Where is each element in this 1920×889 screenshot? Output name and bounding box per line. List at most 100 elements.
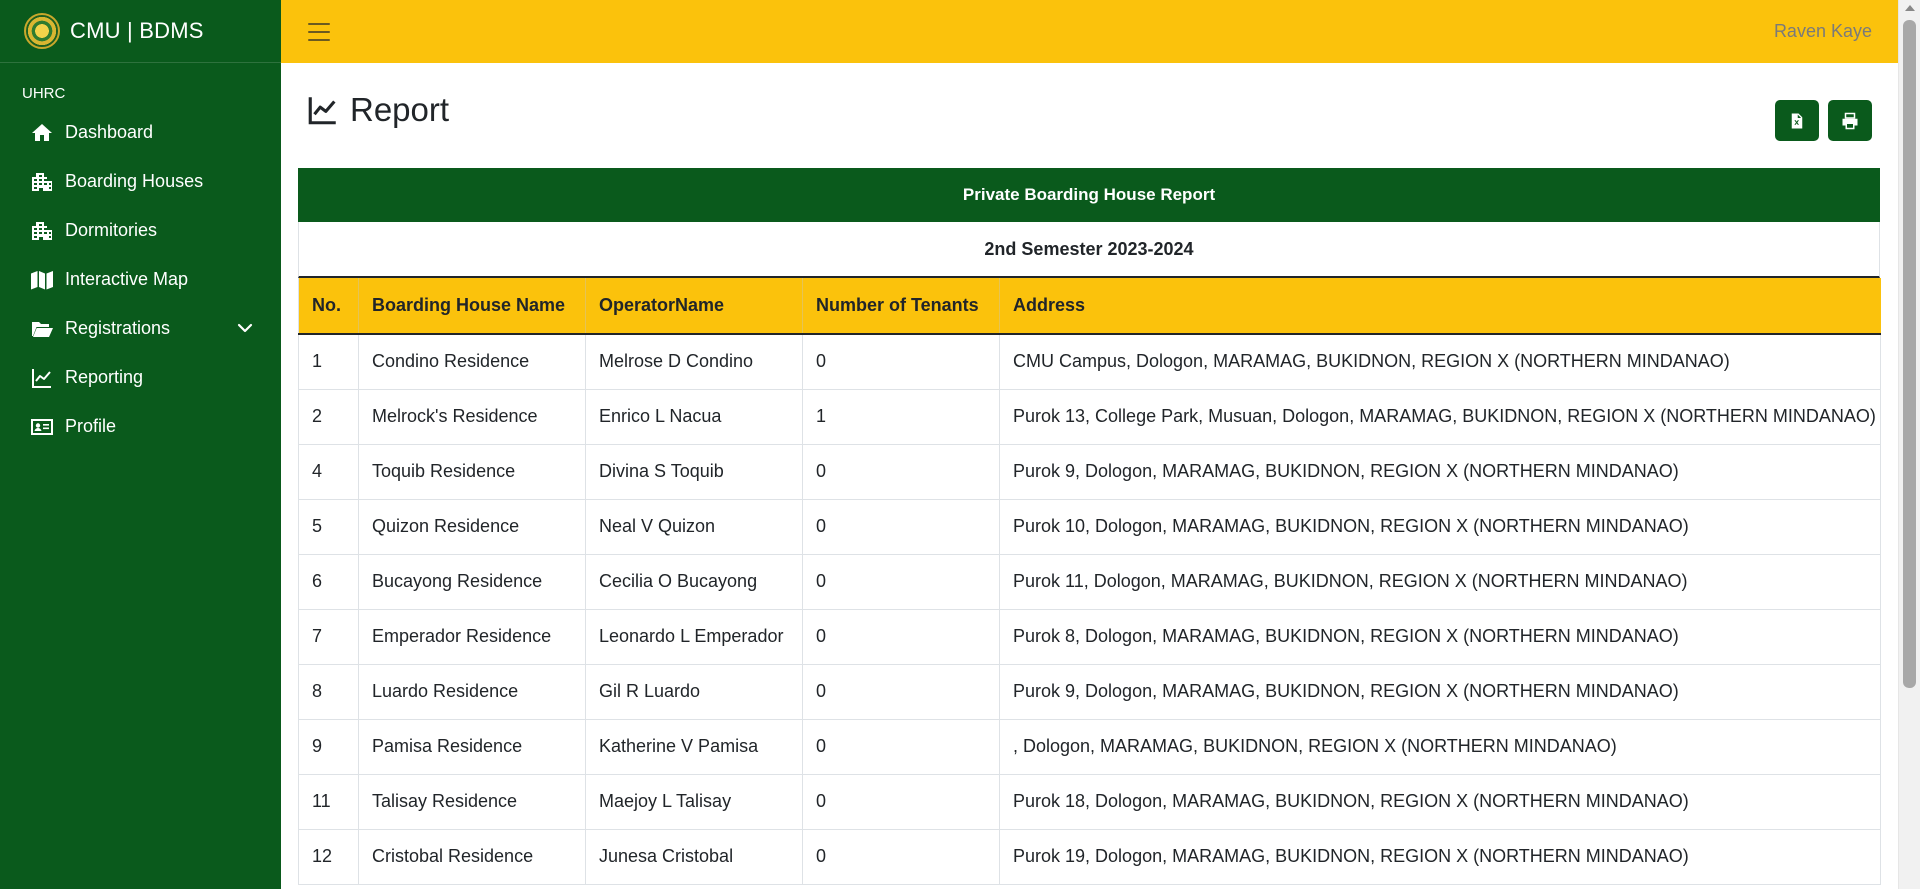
- cell-number-of-tenants: 0: [802, 718, 1000, 775]
- cell-address: Purok 13, College Park, Musuan, Dologon,…: [999, 388, 1881, 445]
- sidebar-nav: Dashboard Boarding Houses Dormitories In…: [0, 108, 281, 451]
- sidebar-item-label: Reporting: [65, 367, 144, 387]
- cell-address: Purok 9, Dologon, MARAMAG, BUKIDNON, REG…: [999, 443, 1881, 500]
- sidebar-item-profile[interactable]: Profile: [0, 402, 281, 451]
- folder-open-icon: [30, 317, 54, 341]
- cell-address: CMU Campus, Dologon, MARAMAG, BUKIDNON, …: [999, 333, 1881, 390]
- column-header-no: No.: [298, 278, 359, 335]
- cell-number-of-tenants: 0: [802, 333, 1000, 390]
- file-excel-icon: [1791, 113, 1803, 128]
- topbar: Raven Kaye: [281, 0, 1898, 63]
- cell-no: 4: [298, 443, 359, 500]
- sidebar-section-label: UHRC: [22, 85, 66, 102]
- table-row: 8 Luardo Residence Gil R Luardo 0 Purok 9, D…: [298, 663, 1881, 720]
- sidebar-item-label: Dormitories: [65, 220, 158, 240]
- table-row: 1 Condino Residence Melrose D Condino 0 CMU …: [298, 333, 1881, 390]
- cell-operator-name: Katherine V Pamisa: [585, 718, 803, 775]
- brand[interactable]: CMU | BDMS: [0, 0, 281, 63]
- table-row: 2 Melrock's Residence Enrico L Nacua 1 Purok…: [298, 388, 1881, 445]
- cell-number-of-tenants: 0: [802, 608, 1000, 665]
- cell-boarding-house-name: Condino Residence: [358, 333, 586, 390]
- map-icon: [30, 268, 54, 292]
- cell-operator-name: Melrose D Condino: [585, 333, 803, 390]
- table-row: 4 Toquib Residence Divina S Toquib 0 Purok 9…: [298, 443, 1881, 500]
- cell-boarding-house-name: Melrock's Residence: [358, 388, 586, 445]
- cell-operator-name: Junesa Cristobal: [585, 828, 803, 885]
- cell-number-of-tenants: 0: [802, 443, 1000, 500]
- line-chart-icon: [30, 366, 54, 390]
- sidebar-item-dashboard[interactable]: Dashboard: [0, 108, 281, 157]
- cell-operator-name: Leonardo L Emperador: [585, 608, 803, 665]
- cell-no: 11: [298, 773, 359, 830]
- building-icon: [30, 219, 54, 243]
- cell-boarding-house-name: Bucayong Residence: [358, 553, 586, 610]
- sidebar-item-label: Interactive Map: [65, 269, 189, 289]
- main-content: Report Private Boarding House Report 2nd…: [281, 63, 1898, 889]
- report-title: Private Boarding House Report: [298, 168, 1880, 222]
- page-title: Report: [306, 91, 449, 129]
- page-scrollbar[interactable]: [1898, 0, 1920, 889]
- id-card-icon: [30, 415, 54, 439]
- cell-number-of-tenants: 1: [802, 388, 1000, 445]
- sidebar-item-boarding-houses[interactable]: Boarding Houses: [0, 157, 281, 206]
- cell-address: Purok 8, Dologon, MARAMAG, BUKIDNON, REG…: [999, 608, 1881, 665]
- chevron-down-icon[interactable]: [235, 318, 255, 338]
- cell-boarding-house-name: Emperador Residence: [358, 608, 586, 665]
- menu-toggle-icon[interactable]: [308, 22, 330, 41]
- cell-operator-name: Enrico L Nacua: [585, 388, 803, 445]
- building-icon: [30, 170, 54, 194]
- cell-number-of-tenants: 0: [802, 498, 1000, 555]
- cell-boarding-house-name: Luardo Residence: [358, 663, 586, 720]
- cell-no: 12: [298, 828, 359, 885]
- scroll-up-arrow[interactable]: [1905, 5, 1915, 11]
- sidebar-item-interactive-map[interactable]: Interactive Map: [0, 255, 281, 304]
- column-header-operator-name: OperatorName: [585, 278, 803, 335]
- cell-address: Purok 18, Dologon, MARAMAG, BUKIDNON, RE…: [999, 773, 1881, 830]
- cell-no: 6: [298, 553, 359, 610]
- cell-no: 9: [298, 718, 359, 775]
- table-row: 12 Cristobal Residence Junesa Cristobal 0 Pu…: [298, 828, 1881, 885]
- print-button[interactable]: [1828, 100, 1872, 141]
- cell-no: 1: [298, 333, 359, 390]
- cell-boarding-house-name: Cristobal Residence: [358, 828, 586, 885]
- cell-operator-name: Gil R Luardo: [585, 663, 803, 720]
- cell-address: Purok 10, Dologon, MARAMAG, BUKIDNON, RE…: [999, 498, 1881, 555]
- cmu-logo: [24, 13, 60, 49]
- sidebar-item-label: Dashboard: [65, 122, 154, 142]
- cell-no: 7: [298, 608, 359, 665]
- cell-operator-name: Neal V Quizon: [585, 498, 803, 555]
- line-chart-icon: [308, 97, 336, 125]
- table-row: 11 Talisay Residence Maejoy L Talisay 0 Puro…: [298, 773, 1881, 830]
- sidebar-item-label: Registrations: [65, 318, 171, 338]
- scrollbar-thumb[interactable]: [1903, 20, 1916, 688]
- sidebar-item-reporting[interactable]: Reporting: [0, 353, 281, 402]
- column-header-number-of-tenants: Number of Tenants: [802, 278, 1000, 335]
- table-row: 6 Bucayong Residence Cecilia O Bucayong 0 Pu…: [298, 553, 1881, 610]
- cell-boarding-house-name: Pamisa Residence: [358, 718, 586, 775]
- brand-title: CMU | BDMS: [70, 18, 204, 43]
- sidebar-item-dormitories[interactable]: Dormitories: [0, 206, 281, 255]
- page-title-text: Report: [350, 91, 450, 128]
- cell-address: Purok 11, Dologon, MARAMAG, BUKIDNON, RE…: [999, 553, 1881, 610]
- sidebar: CMU | BDMS UHRC Dashboard Boarding House…: [0, 0, 281, 889]
- sidebar-item-label: Profile: [65, 416, 117, 436]
- column-header-boarding-house-name: Boarding House Name: [358, 278, 586, 335]
- cell-number-of-tenants: 0: [802, 553, 1000, 610]
- home-icon: [30, 121, 54, 145]
- user-menu[interactable]: Raven Kaye: [1774, 21, 1872, 42]
- cell-no: 2: [298, 388, 359, 445]
- export-excel-button[interactable]: [1775, 100, 1819, 141]
- cell-boarding-house-name: Talisay Residence: [358, 773, 586, 830]
- column-header-address: Address: [999, 278, 1881, 335]
- cell-boarding-house-name: Quizon Residence: [358, 498, 586, 555]
- cell-number-of-tenants: 0: [802, 663, 1000, 720]
- report-semester: 2nd Semester 2023-2024: [298, 222, 1880, 278]
- cell-address: , Dologon, MARAMAG, BUKIDNON, REGION X (…: [999, 718, 1881, 775]
- table-row: 7 Emperador Residence Leonardo L Emperador…: [298, 608, 1881, 665]
- cell-operator-name: Divina S Toquib: [585, 443, 803, 500]
- table-row: 9 Pamisa Residence Katherine V Pamisa 0, Do…: [298, 718, 1881, 775]
- cell-no: 8: [298, 663, 359, 720]
- printer-icon: [1842, 112, 1858, 129]
- table-header: No. Boarding House Name OperatorName Num…: [298, 278, 1881, 335]
- sidebar-item-registrations[interactable]: Registrations: [0, 304, 281, 353]
